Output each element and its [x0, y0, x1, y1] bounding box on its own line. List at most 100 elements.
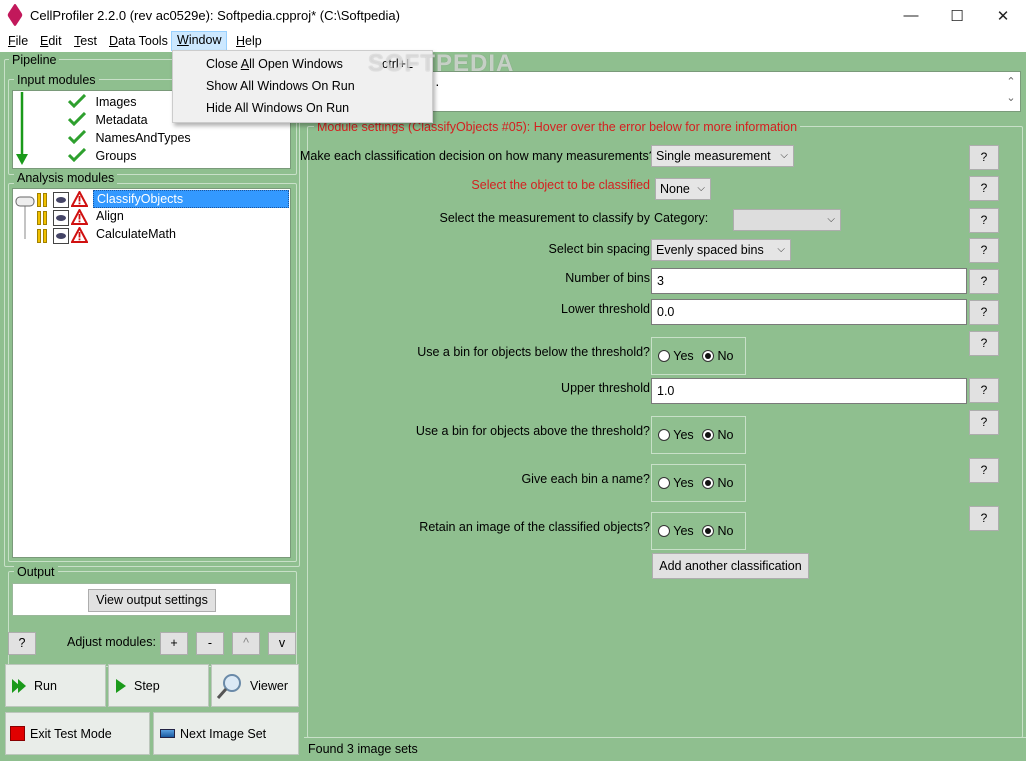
- below-bin-yes[interactable]: Yes: [658, 349, 694, 363]
- upper-threshold-help-button[interactable]: ?: [969, 378, 999, 403]
- menu-test[interactable]: Test: [69, 33, 102, 51]
- pause-icon[interactable]: [37, 192, 49, 208]
- radio-selected-icon[interactable]: [702, 350, 714, 362]
- pause-icon[interactable]: [37, 228, 49, 244]
- bin-name-radio-group: Yes No: [651, 464, 746, 502]
- pause-icon[interactable]: [37, 210, 49, 226]
- scroll-up-icon[interactable]: ⌃: [1006, 76, 1015, 88]
- close-all-open-windows-item[interactable]: Close All Open Windows: [206, 57, 343, 71]
- measurement-help-button[interactable]: ?: [969, 208, 999, 233]
- menu-file[interactable]: File: [3, 33, 33, 51]
- menu-data-tools[interactable]: Data Tools: [104, 33, 173, 51]
- lower-threshold-help-button[interactable]: ?: [969, 300, 999, 325]
- input-module-item[interactable]: Groups: [67, 147, 136, 165]
- object-help-button[interactable]: ?: [969, 176, 999, 201]
- exit-test-mode-button[interactable]: Exit Test Mode: [5, 712, 150, 755]
- remove-module-button[interactable]: -: [196, 632, 224, 655]
- eye-icon[interactable]: [53, 210, 69, 226]
- minimize-button[interactable]: —: [888, 0, 934, 31]
- analysis-module-item[interactable]: CalculateMath: [96, 227, 176, 241]
- bin-spacing-help-button[interactable]: ?: [969, 238, 999, 263]
- input-module-item[interactable]: NamesAndTypes: [67, 129, 191, 147]
- below-bin-no[interactable]: No: [702, 349, 733, 363]
- stop-icon: [10, 726, 25, 741]
- module-name: ClassifyObjects: [97, 192, 184, 206]
- object-label: Select the object to be classified: [471, 178, 650, 192]
- next-image-set-button[interactable]: Next Image Set: [153, 712, 299, 755]
- category-select[interactable]: ⌵: [733, 209, 841, 231]
- bin-spacing-select[interactable]: Evenly spaced bins ⌵: [651, 239, 791, 261]
- checkmark-icon: [67, 147, 87, 163]
- bin-name-yes[interactable]: Yes: [658, 476, 694, 490]
- cellprofiler-app-icon: [7, 2, 23, 28]
- decision-help-button[interactable]: ?: [969, 145, 999, 170]
- scroll-down-icon[interactable]: ⌄: [1006, 92, 1015, 104]
- analysis-module-item[interactable]: Align: [96, 209, 124, 223]
- lower-threshold-input[interactable]: 0.0: [651, 299, 967, 325]
- radio-icon[interactable]: [658, 525, 670, 537]
- radio-selected-icon[interactable]: [702, 525, 714, 537]
- help-button[interactable]: ?: [8, 632, 36, 655]
- input-modules-label: Input modules: [14, 73, 99, 87]
- step-button[interactable]: Step: [108, 664, 209, 707]
- radio-selected-icon[interactable]: [702, 429, 714, 441]
- pipeline-tree-icon: [15, 196, 35, 239]
- menu-window[interactable]: Window: [171, 31, 228, 51]
- retain-image-no[interactable]: No: [702, 524, 733, 538]
- menu-mnemonic: D: [109, 34, 119, 48]
- above-bin-help-button[interactable]: ?: [969, 410, 999, 435]
- move-module-up-button[interactable]: ^: [232, 632, 260, 655]
- radio-label: Yes: [673, 428, 694, 442]
- menu-help[interactable]: Help: [231, 33, 267, 51]
- bin-name-label: Give each bin a name?: [521, 472, 650, 486]
- analysis-modules-list[interactable]: ClassifyObjects Align CalculateMath: [12, 188, 291, 558]
- below-bin-help-button[interactable]: ?: [969, 331, 999, 356]
- eye-icon[interactable]: [53, 228, 69, 244]
- retain-image-help-button[interactable]: ?: [969, 506, 999, 531]
- radio-label: No: [717, 349, 734, 363]
- add-module-button[interactable]: +: [160, 632, 188, 655]
- view-output-settings-button[interactable]: View output settings: [88, 589, 216, 612]
- close-window-button[interactable]: ✕: [980, 0, 1026, 31]
- radio-selected-icon[interactable]: [702, 477, 714, 489]
- viewer-button[interactable]: Viewer: [211, 664, 299, 707]
- hide-all-windows-on-run-item[interactable]: Hide All Windows On Run: [206, 101, 349, 115]
- input-module-item[interactable]: Metadata: [67, 111, 148, 129]
- lower-threshold-label: Lower threshold: [561, 302, 650, 316]
- upper-threshold-label: Upper threshold: [561, 381, 650, 395]
- show-all-windows-on-run-item[interactable]: Show All Windows On Run: [206, 79, 355, 93]
- num-bins-input[interactable]: 3: [651, 268, 967, 294]
- radio-icon[interactable]: [658, 429, 670, 441]
- add-another-classification-button[interactable]: Add another classification: [652, 553, 809, 579]
- window-title: CellProfiler 2.2.0 (rev ac0529e): Softpe…: [30, 8, 400, 23]
- analysis-module-selected[interactable]: ClassifyObjects: [93, 190, 289, 208]
- upper-threshold-input[interactable]: 1.0: [651, 378, 967, 404]
- object-select[interactable]: None ⌵: [655, 178, 711, 200]
- num-bins-help-button[interactable]: ?: [969, 269, 999, 294]
- above-bin-no[interactable]: No: [702, 428, 733, 442]
- retain-image-yes[interactable]: Yes: [658, 524, 694, 538]
- move-module-down-button[interactable]: v: [268, 632, 296, 655]
- radio-icon[interactable]: [658, 477, 670, 489]
- decision-label: Make each classification decision on how…: [300, 149, 656, 163]
- input-module-item[interactable]: Images: [67, 93, 137, 111]
- radio-label: Yes: [673, 349, 694, 363]
- notes-scrollbar[interactable]: ⌃ ⌄: [1005, 74, 1017, 108]
- decision-select[interactable]: Single measurement ⌵: [651, 145, 794, 167]
- radio-label: No: [717, 428, 734, 442]
- bin-name-no[interactable]: No: [702, 476, 733, 490]
- above-bin-yes[interactable]: Yes: [658, 428, 694, 442]
- retain-image-label: Retain an image of the classified object…: [419, 520, 650, 534]
- bin-name-help-button[interactable]: ?: [969, 458, 999, 483]
- menu-edit[interactable]: Edit: [35, 33, 67, 51]
- module-name: Images: [95, 95, 137, 109]
- softpedia-watermark: SOFTPEDIA: [368, 50, 515, 77]
- maximize-button[interactable]: ☐: [934, 0, 980, 31]
- pipeline-panel: Pipeline Input modules Images Metadata N…: [0, 52, 304, 761]
- eye-icon[interactable]: [53, 192, 69, 208]
- chevron-down-icon: ⌵: [777, 244, 785, 255]
- chevron-down-icon: ⌵: [780, 150, 788, 161]
- menu-mnemonic: F: [8, 34, 16, 48]
- run-button[interactable]: Run: [5, 664, 106, 707]
- radio-icon[interactable]: [658, 350, 670, 362]
